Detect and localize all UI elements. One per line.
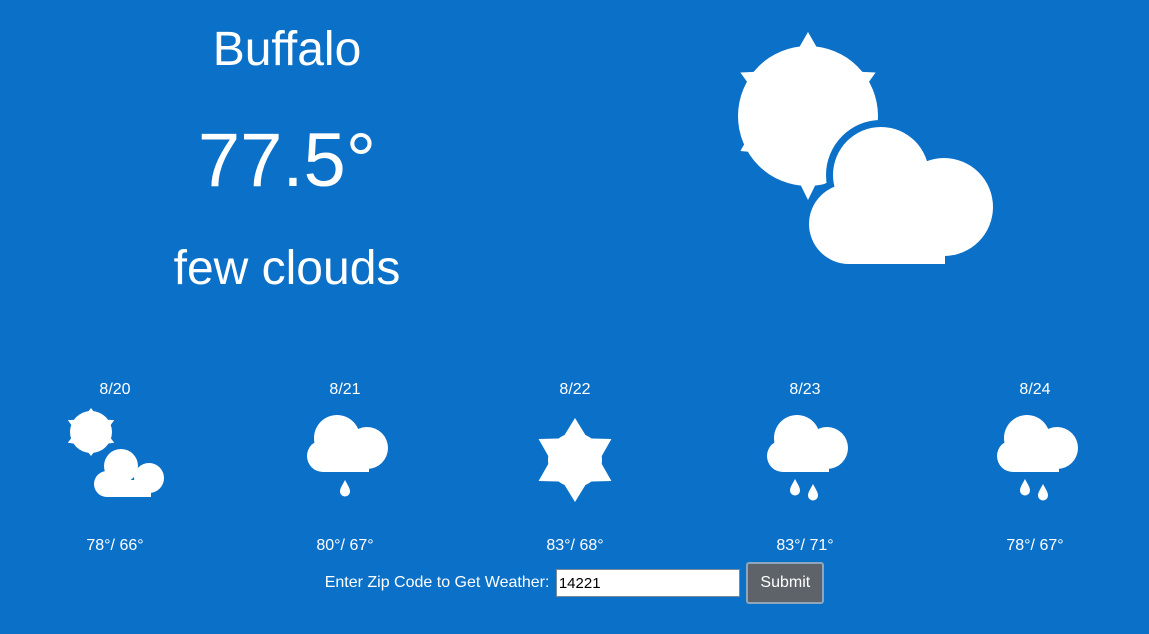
sun-behind-cloud-icon — [738, 32, 1000, 268]
forecast-date: 8/24 — [1019, 381, 1051, 398]
submit-button[interactable]: Submit — [746, 562, 825, 604]
forecast-high-low: 83°/ 68° — [546, 537, 604, 554]
forecast-day: 8/23 83°/ 71° — [690, 378, 920, 556]
weather-description: few clouds — [173, 242, 401, 295]
forecast-date: 8/23 — [789, 381, 821, 398]
forecast-day: 8/22 83°/ 68° — [460, 378, 690, 556]
forecast-high-low: 83°/ 71° — [776, 537, 834, 554]
zip-label: Enter Zip Code to Get Weather: — [324, 574, 550, 591]
forecast-high-low: 78°/ 66° — [86, 537, 144, 554]
forecast-strip: 8/20 78°/ 66° 8/21 80°/ 67° 8/22 83°/ 68… — [0, 378, 1149, 554]
zip-input[interactable] — [555, 569, 740, 597]
forecast-high-low: 80°/ 67° — [316, 537, 374, 554]
forecast-day: 8/24 78°/ 67° — [920, 378, 1149, 556]
forecast-day: 8/21 80°/ 67° — [230, 378, 460, 556]
forecast-date: 8/22 — [559, 381, 591, 398]
forecast-date: 8/20 — [99, 381, 131, 398]
current-temperature: 77.5° — [197, 118, 377, 203]
forecast-date: 8/21 — [329, 381, 361, 398]
forecast-high-low: 78°/ 67° — [1006, 537, 1064, 554]
forecast-day: 8/20 78°/ 66° — [0, 378, 230, 556]
cloud-light-rain-icon — [307, 415, 388, 497]
cloud-rain-icon — [997, 415, 1078, 501]
cloud-rain-icon — [767, 415, 848, 501]
zip-form: Enter Zip Code to Get Weather: Submit — [0, 562, 1149, 604]
sun-behind-cloud-icon — [67, 408, 168, 504]
sun-icon — [538, 418, 612, 502]
city-name: Buffalo — [212, 23, 362, 76]
